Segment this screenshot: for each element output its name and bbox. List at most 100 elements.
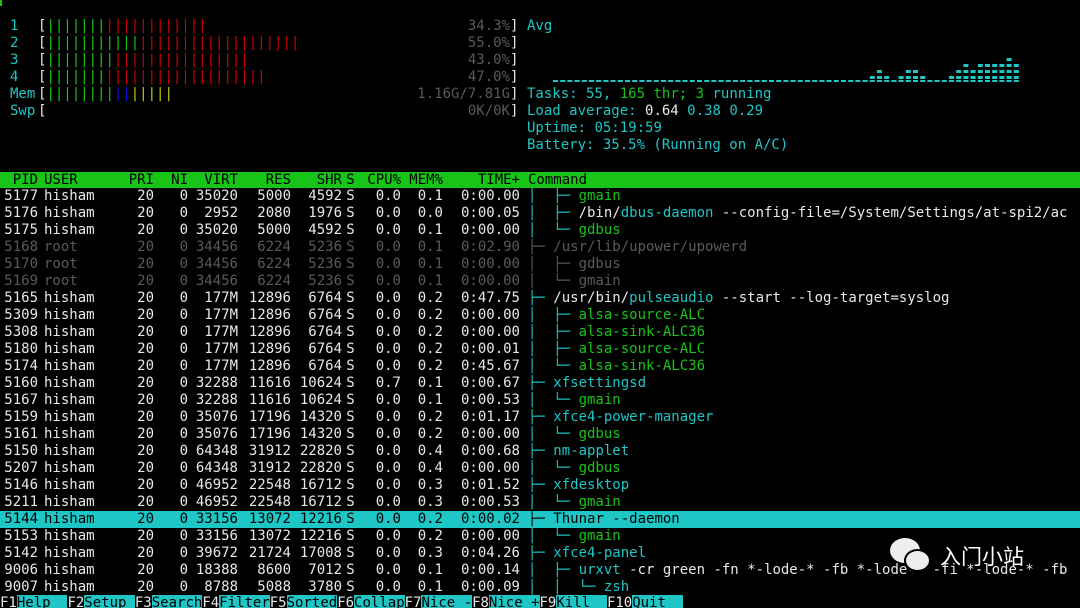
cell-cpu: 0.0	[375, 494, 401, 510]
cell-pid: 5180	[4, 341, 38, 357]
process-table[interactable]: PID USER PRI NI VIRT RES SHR S CPU% MEM% TIME+ Comm…	[0, 172, 1080, 596]
meter-segment: |||||||||||	[46, 35, 140, 51]
column-header-virt[interactable]: VIRT	[188, 172, 238, 188]
column-header-user[interactable]: USER	[38, 172, 120, 188]
tree-branch: │ └─	[528, 273, 579, 289]
process-row[interactable]: 5169 root 20 0 34456 6224 5236 S 0.0 0.1 0:00.00 │ …	[0, 273, 1080, 290]
cell-mem: 0.1	[417, 239, 443, 255]
process-row[interactable]: 5180 hisham 20 0 177M 12896 6764 S 0.0 0.2 0:00.01…	[0, 341, 1080, 358]
cell-command: │ ├─ alsa-sink-ALC36	[520, 324, 1080, 341]
graph-baseline-dot	[855, 80, 861, 82]
process-row[interactable]: 5159 hisham 20 0 35076 17196 14320 S 0.0 0.2 0:01.…	[0, 409, 1080, 426]
cell-ni: 0	[179, 494, 188, 510]
meter-bracket: ]	[510, 35, 519, 51]
footer-key: F6	[337, 595, 355, 608]
process-row[interactable]: 5165 hisham 20 0 177M 12896 6764 S 0.0 0.2 0:47.75…	[0, 290, 1080, 307]
meter-label: 4	[10, 69, 19, 85]
cell-res: 22548	[248, 477, 291, 493]
footer-button-sorted[interactable]: F5Sorted	[270, 595, 338, 608]
cell-pri: 20	[137, 426, 154, 442]
process-row[interactable]: 5150 hisham 20 0 64348 31912 22820 S 0.0 0.4 0:00.…	[0, 443, 1080, 460]
footer-button-setup[interactable]: F2Setup	[67, 595, 135, 608]
cell-command: ├─ xfsettingsd	[520, 375, 1080, 392]
footer-button-kill[interactable]: F9Kill	[540, 595, 607, 608]
graph-bar	[999, 64, 1005, 67]
graph-baseline-dot	[992, 80, 998, 82]
footer-button-collap[interactable]: F6Collap	[337, 595, 405, 608]
process-row[interactable]: 5168 root 20 0 34456 6224 5236 S 0.0 0.1 0:02.90 ├─…	[0, 239, 1080, 256]
cell-s: S	[346, 477, 355, 493]
tree-branch: │ └─	[528, 494, 579, 510]
meter-label: 1	[10, 18, 19, 34]
footer-label: Search	[151, 595, 203, 608]
cell-res: 17196	[248, 409, 291, 425]
column-header-ni[interactable]: NI	[154, 172, 188, 188]
cell-res: 5088	[257, 579, 291, 595]
cell-pid: 5174	[4, 358, 38, 374]
cell-mem: 0.2	[417, 511, 443, 527]
column-header-pri[interactable]: PRI	[120, 172, 154, 188]
tree-branch: │ └─	[528, 528, 579, 544]
command-name: /usr/lib/upower/upowerd	[553, 239, 748, 255]
footer-label: Help	[16, 595, 68, 608]
process-row[interactable]: 5309 hisham 20 0 177M 12896 6764 S 0.0 0.2 0:00.00…	[0, 307, 1080, 324]
threads-count: 165	[619, 86, 646, 102]
process-row[interactable]: 5207 hisham 20 0 64348 31912 22820 S 0.0 0.4 0:00.…	[0, 460, 1080, 477]
footer-button-nice-[interactable]: F7Nice -	[405, 595, 473, 608]
cell-shr: 10624	[299, 375, 342, 391]
cell-ni: 0	[179, 460, 188, 476]
command-name: alsa-source-ALC	[578, 341, 706, 357]
cell-time: 0:00.53	[460, 392, 520, 408]
meter-bar: |||||||||||||||||||	[46, 18, 206, 34]
column-header-pid[interactable]: PID	[0, 172, 38, 188]
graph-bar	[898, 76, 904, 79]
cell-pid: 5177	[4, 188, 38, 204]
footer-button-quit[interactable]: F10Quit	[607, 595, 683, 608]
process-row[interactable]: 9007 hisham 20 0 8788 5088 3780 S 0.0 0.1 0:00.09 │…	[0, 579, 1080, 596]
process-row[interactable]: 5160 hisham 20 0 32288 11616 10624 S 0.7 0.1 0:00.…	[0, 375, 1080, 392]
meter-value: 55.0%	[467, 35, 510, 51]
process-row[interactable]: 5174 hisham 20 0 177M 12896 6764 S 0.0 0.2 0:45.67…	[0, 358, 1080, 375]
meter-segment: ||||||||	[46, 86, 114, 102]
process-row[interactable]: 5177 hisham 20 0 35020 5000 4592 S 0.0 0.1 0:00.00…	[0, 188, 1080, 205]
process-row[interactable]: 5161 hisham 20 0 35076 17196 14320 S 0.0 0.2 0:00.…	[0, 426, 1080, 443]
cell-command: ├─ nm-applet	[520, 443, 1080, 460]
cell-shr: 6764	[308, 341, 342, 357]
process-row[interactable]: 5167 hisham 20 0 32288 11616 10624 S 0.0 0.1 0:00.…	[0, 392, 1080, 409]
command-name: gmain	[578, 528, 621, 544]
cell-pri: 20	[137, 307, 154, 323]
process-row[interactable]: 5146 hisham 20 0 46952 22548 16712 S 0.0 0.3 0:01.…	[0, 477, 1080, 494]
cell-user: hisham	[44, 494, 95, 510]
column-header-mem[interactable]: MEM%	[401, 172, 443, 188]
process-row[interactable]: 5144 hisham 20 0 33156 13072 12216 S 0.0 0.2 0:00.…	[0, 511, 1080, 528]
column-header-cmd[interactable]: Command	[520, 172, 1080, 188]
footer-button-search[interactable]: F3Search	[135, 595, 203, 608]
cell-user: root	[44, 256, 78, 272]
cell-pid: 5309	[4, 307, 38, 323]
column-header-shr[interactable]: SHR	[291, 172, 342, 188]
footer-label: Nice +	[488, 595, 540, 608]
column-header-cpu[interactable]: CPU%	[359, 172, 401, 188]
column-header-s[interactable]: S	[342, 172, 359, 188]
footer-button-filter[interactable]: F4Filter	[202, 595, 270, 608]
cell-pri: 20	[137, 579, 154, 595]
footer-button-help[interactable]: F1Help	[0, 595, 68, 608]
cell-pid: 5308	[4, 324, 38, 340]
cell-shr: 16712	[299, 494, 342, 510]
cell-pid: 5142	[4, 545, 38, 561]
cell-ni: 0	[179, 256, 188, 272]
graph-baseline-dot	[639, 80, 645, 82]
process-row[interactable]: 5308 hisham 20 0 177M 12896 6764 S 0.0 0.2 0:00.00…	[0, 324, 1080, 341]
cell-pid: 9006	[4, 562, 38, 578]
process-row[interactable]: 5211 hisham 20 0 46952 22548 16712 S 0.0 0.3 0:00.…	[0, 494, 1080, 511]
footer-button-niceplus[interactable]: F8Nice +	[472, 595, 540, 608]
cell-cpu: 0.0	[375, 307, 401, 323]
column-header-time[interactable]: TIME+	[443, 172, 520, 188]
graph-baseline-dot	[668, 80, 674, 82]
cell-pid: 5160	[4, 375, 38, 391]
meter-segment: ||||||||||||	[105, 18, 207, 34]
process-row[interactable]: 5176 hisham 20 0 2952 2080 1976 S 0.0 0.0 0:00.05 │…	[0, 205, 1080, 222]
process-row[interactable]: 5170 root 20 0 34456 6224 5236 S 0.0 0.1 0:00.00 │ …	[0, 256, 1080, 273]
process-row[interactable]: 5175 hisham 20 0 35020 5000 4592 S 0.0 0.1 0:00.00…	[0, 222, 1080, 239]
column-header-res[interactable]: RES	[238, 172, 291, 188]
